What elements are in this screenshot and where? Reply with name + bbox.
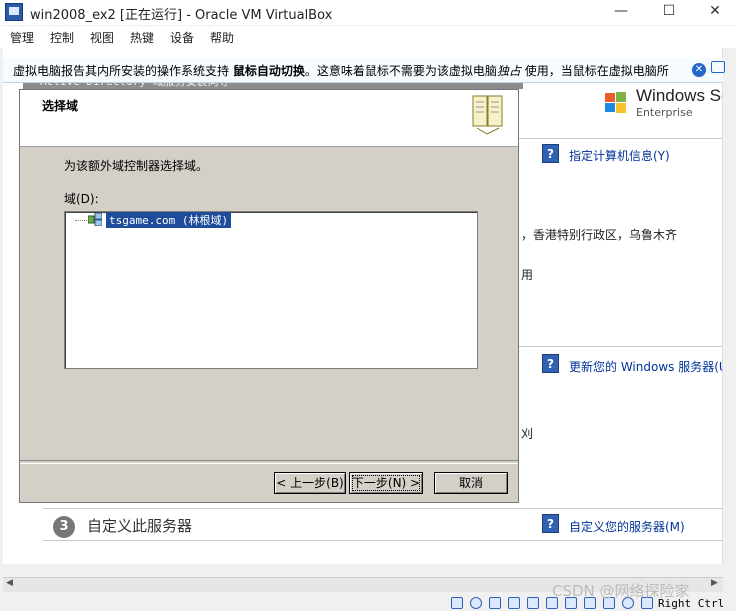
usb-icon[interactable] bbox=[527, 597, 539, 609]
audio-icon[interactable] bbox=[489, 597, 501, 609]
menu-help[interactable]: 帮助 bbox=[210, 29, 234, 46]
divider bbox=[518, 346, 723, 347]
divider bbox=[20, 460, 518, 464]
help-book-icon: ? bbox=[542, 514, 559, 533]
dialog-page-title: 选择域 bbox=[42, 99, 79, 113]
menu-hotkey[interactable]: 热键 bbox=[130, 29, 154, 46]
menu-devices[interactable]: 设备 bbox=[170, 29, 194, 46]
scroll-right-icon[interactable]: ▶ bbox=[711, 578, 718, 588]
dialog-header: 选择域 bbox=[20, 90, 518, 147]
close-button[interactable]: ✕ bbox=[692, 0, 736, 25]
section-title: 自定义此服务器 bbox=[87, 517, 193, 535]
notification-message-icon[interactable] bbox=[711, 61, 725, 73]
optical-drive-icon[interactable] bbox=[470, 597, 482, 609]
notification-bar: 虚拟电脑报告其内所安装的操作系统支持 鼠标自动切换。这意味着鼠标不需要为该虚拟电… bbox=[3, 58, 725, 83]
domain-tree-view[interactable]: tsgame.com (林根域) bbox=[64, 211, 478, 369]
edition-label: Enterprise bbox=[636, 106, 693, 119]
notification-close-icon[interactable]: ✕ bbox=[692, 63, 706, 77]
book-icon bbox=[472, 95, 503, 135]
dialog-description: 为该额外域控制器选择域。 bbox=[64, 159, 209, 173]
section-number-badge: 3 bbox=[53, 516, 75, 538]
hard-disk-icon[interactable] bbox=[451, 597, 463, 609]
windows-server-logo-text: Windows Ser bbox=[636, 86, 723, 105]
title-bar: win2008_ex2 [正在运行] - Oracle VM VirtualBo… bbox=[0, 0, 736, 25]
scroll-left-icon[interactable]: ◀ bbox=[6, 578, 13, 588]
back-button[interactable]: < 上一步(B) bbox=[274, 472, 346, 494]
menu-view[interactable]: 视图 bbox=[90, 29, 114, 46]
menu-manage[interactable]: 管理 bbox=[10, 29, 34, 46]
notification-text: 虚拟电脑报告其内所安装的操作系统支持 鼠标自动切换。这意味着鼠标不需要为该虚拟电… bbox=[13, 64, 669, 78]
link-windows-update[interactable]: 更新您的 Windows 服务器(U) bbox=[569, 358, 723, 375]
domain-label: 域(D): bbox=[64, 192, 99, 206]
ad-ds-wizard-dialog: 选择域 为该额外域控制器选择域。 域(D): tsgame.com (林根域) … bbox=[19, 89, 519, 503]
help-book-icon: ? bbox=[542, 144, 559, 163]
divider bbox=[43, 508, 723, 509]
network-icon[interactable] bbox=[508, 597, 520, 609]
link-customize-server[interactable]: 自定义您的服务器(M) bbox=[569, 518, 685, 535]
maximize-button[interactable]: ☐ bbox=[646, 0, 692, 25]
next-button[interactable]: 下一步(N) > bbox=[349, 472, 423, 494]
watermark: CSDN @网络探险家 bbox=[552, 582, 690, 600]
window-title: win2008_ex2 [正在运行] - Oracle VM VirtualBo… bbox=[30, 8, 333, 23]
menu-control[interactable]: 控制 bbox=[50, 29, 74, 46]
tree-connector bbox=[75, 220, 89, 221]
virtualbox-app-icon bbox=[5, 3, 23, 21]
cancel-button[interactable]: 取消 bbox=[434, 472, 508, 494]
menu-bar: 管理 控制 视图 热键 设备 帮助 bbox=[0, 26, 736, 48]
divider bbox=[518, 138, 723, 139]
domain-icon bbox=[88, 213, 102, 226]
region-text: ，香港特别行政区，乌鲁木齐 bbox=[521, 228, 678, 242]
partial-text: 用 bbox=[521, 268, 534, 282]
tree-item-domain[interactable]: tsgame.com (林根域) bbox=[106, 212, 232, 228]
partial-text: 刈 bbox=[521, 427, 534, 441]
minimize-button[interactable]: — bbox=[598, 0, 644, 25]
vertical-scrollbar[interactable] bbox=[722, 48, 736, 564]
help-book-icon: ? bbox=[542, 354, 559, 373]
link-computer-info[interactable]: 指定计算机信息(Y) bbox=[569, 147, 670, 164]
divider bbox=[43, 540, 723, 541]
